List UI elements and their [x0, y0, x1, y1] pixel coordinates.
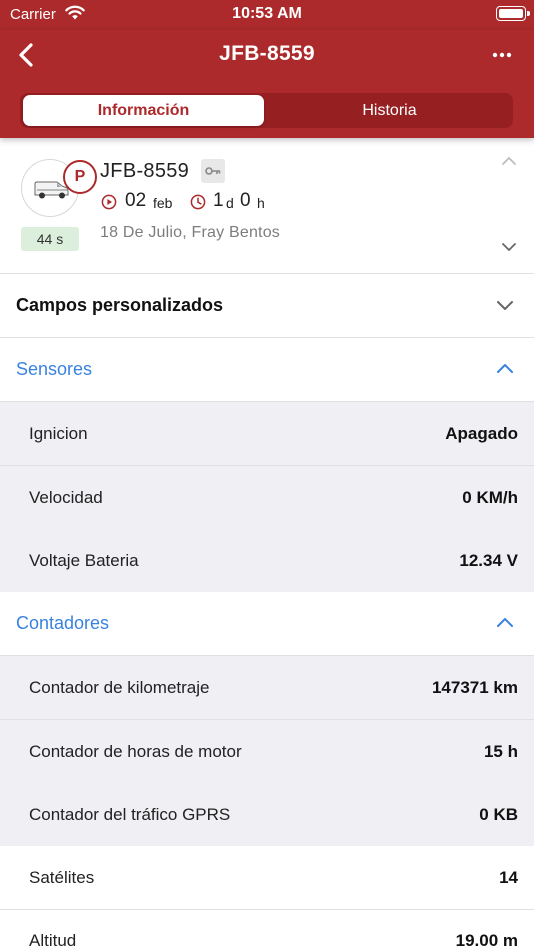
counter-value: 0 KB: [479, 805, 518, 824]
sensor-value: 0 KM/h: [462, 488, 518, 507]
section-custom-fields-title: Campos personalizados: [16, 295, 224, 315]
chevron-up-icon: [497, 364, 513, 373]
counter-label: Contador del tráfico GPRS: [29, 805, 231, 824]
counter-row: Contador de kilometraje 147371 km: [0, 656, 534, 720]
vehicle-name: JFB-8559: [100, 160, 190, 182]
sensor-row: Voltaje Bateria 12.34 V: [0, 529, 534, 593]
more-button[interactable]: [490, 43, 514, 67]
chevron-down-icon: [497, 301, 513, 310]
play-circle-icon: [101, 194, 117, 210]
counter-label: Contador de kilometraje: [29, 678, 210, 697]
duration-days: 1: [213, 190, 224, 211]
sensor-value: 12.34 V: [459, 551, 518, 570]
parking-status-badge: P: [63, 160, 97, 194]
counter-value: 147371 km: [431, 678, 518, 697]
info-value: 19.00 m: [455, 931, 518, 950]
key-icon: [201, 159, 225, 183]
date-month: feb: [153, 195, 173, 211]
info-row: Altitud 19.00 m: [0, 910, 534, 950]
counter-value: 15 h: [483, 742, 518, 761]
counter-label: Contador de horas de motor: [29, 742, 242, 761]
section-sensors-title: Sensores: [16, 359, 93, 379]
more-icon: [492, 52, 512, 58]
sensor-label: Voltaje Bateria: [29, 551, 139, 570]
vehicle-address: 18 De Julio, Fray Bentos: [100, 224, 280, 241]
info-row: Satélites 14: [0, 846, 534, 910]
sensor-row: Ignicion Apagado: [0, 402, 534, 466]
chevron-down-icon[interactable]: [500, 241, 518, 253]
info-label: Satélites: [29, 868, 95, 887]
sensor-label: Velocidad: [29, 488, 103, 507]
battery-icon: [496, 6, 530, 21]
segmented-control: Información Historia: [20, 93, 513, 128]
status-bar: Carrier 10:53 AM: [0, 0, 534, 30]
tab-informacion[interactable]: Información: [23, 95, 264, 126]
chevron-up-icon[interactable]: [500, 155, 518, 167]
sensor-label: Ignicion: [29, 424, 88, 443]
sensor-row: Velocidad 0 KM/h: [0, 466, 534, 530]
section-counters-title: Contadores: [16, 613, 110, 633]
duration-hours: 0: [240, 190, 251, 211]
duration-days-unit: d: [226, 195, 234, 211]
section-custom-fields[interactable]: Campos personalizados: [0, 274, 534, 338]
counter-row: Contador de horas de motor 15 h: [0, 720, 534, 784]
clock: 10:53 AM: [232, 5, 302, 22]
page-title: JFB-8559: [219, 42, 315, 65]
duration-hours-unit: h: [257, 195, 265, 211]
counter-row: Contador del tráfico GPRS 0 KB: [0, 783, 534, 847]
info-value: 14: [499, 868, 518, 887]
section-sensors[interactable]: Sensores: [0, 338, 534, 402]
section-counters[interactable]: Contadores: [0, 592, 534, 656]
navigation-bar: JFB-8559 Información Historia: [0, 30, 534, 138]
update-age-badge: 44 s: [21, 227, 79, 251]
sensor-value: Apagado: [445, 424, 518, 443]
vehicle-card[interactable]: P 44 s JFB-8559 02 feb 1 d 0 h 18 De Jul…: [0, 138, 534, 274]
date-day: 02: [125, 190, 147, 211]
tab-historia[interactable]: Historia: [269, 95, 510, 126]
chevron-up-icon: [497, 618, 513, 627]
clock-icon: [190, 194, 206, 210]
info-label: Altitud: [29, 931, 77, 950]
